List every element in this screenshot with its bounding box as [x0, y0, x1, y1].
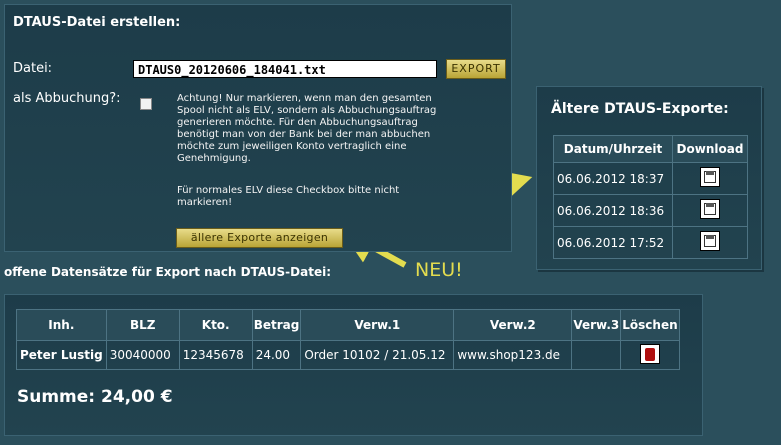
header-kto: Kto.	[178, 309, 253, 341]
delete-icon[interactable]	[639, 343, 660, 364]
exports-title: Ältere DTAUS-Exporte:	[551, 101, 729, 117]
abbuchung-label: als Abbuchung?:	[13, 91, 121, 106]
export-button[interactable]: EXPORT	[446, 59, 506, 79]
save-icon[interactable]	[700, 167, 720, 187]
header-verw3: Verw.3	[571, 309, 622, 341]
table-row: 06.06.2012 18:36	[553, 194, 748, 227]
header-datum: Datum/Uhrzeit	[553, 135, 673, 163]
records-panel: Inh. BLZ Kto. Betrag Verw.1 Verw.2 Verw.…	[4, 294, 703, 436]
export-date: 06.06.2012 18:36	[553, 194, 673, 227]
abbuchung-checkbox[interactable]	[140, 98, 152, 110]
create-title: DTAUS-Datei erstellen:	[13, 15, 181, 30]
header-blz: BLZ	[105, 309, 180, 341]
cell-inh: Peter Lustig	[16, 340, 107, 370]
records-title: offene Datensätze für Export nach DTAUS-…	[4, 265, 331, 279]
table-row: Peter Lustig 30040000 12345678 24.00 Ord…	[16, 340, 680, 370]
create-panel: DTAUS-Datei erstellen: Datei: DTAUS0_201…	[4, 4, 512, 252]
show-exports-button[interactable]: ällere Exporte anzeigen	[176, 228, 343, 248]
datei-label: Datei:	[13, 61, 53, 76]
records-table: Inh. BLZ Kto. Betrag Verw.1 Verw.2 Verw.…	[16, 309, 680, 370]
table-row: 06.06.2012 17:52	[553, 226, 748, 259]
header-verw1: Verw.1	[300, 309, 455, 341]
header-verw2: Verw.2	[453, 309, 573, 341]
exports-panel: Ältere DTAUS-Exporte: Datum/Uhrzeit Down…	[536, 86, 762, 270]
export-date: 06.06.2012 18:37	[553, 162, 673, 195]
elv-note: Für normales ELV diese Checkbox bitte ni…	[177, 185, 400, 208]
export-date: 06.06.2012 17:52	[553, 226, 673, 259]
neu-label: NEU!	[415, 259, 463, 281]
abbuchung-note: Achtung! Nur markieren, wenn man den ges…	[177, 93, 437, 164]
header-betrag: Betrag	[251, 309, 302, 341]
cell-verw1: Order 10102 / 21.05.12	[300, 340, 455, 370]
header-loeschen: Löschen	[620, 309, 680, 341]
save-icon[interactable]	[700, 231, 720, 251]
exports-table: Datum/Uhrzeit Download 06.06.2012 18:37 …	[553, 135, 748, 259]
cell-verw2: www.shop123.de	[453, 340, 573, 370]
header-download: Download	[672, 135, 748, 163]
cell-blz: 30040000	[105, 340, 180, 370]
summe-total: Summe: 24,00 €	[17, 387, 173, 407]
cell-verw3	[571, 340, 622, 370]
cell-kto: 12345678	[178, 340, 253, 370]
table-row: 06.06.2012 18:37	[553, 162, 748, 195]
save-icon[interactable]	[700, 199, 720, 219]
cell-betrag: 24.00	[251, 340, 302, 370]
datei-input[interactable]: DTAUS0_20120606_184041.txt	[133, 60, 437, 78]
header-inh: Inh.	[16, 309, 107, 341]
